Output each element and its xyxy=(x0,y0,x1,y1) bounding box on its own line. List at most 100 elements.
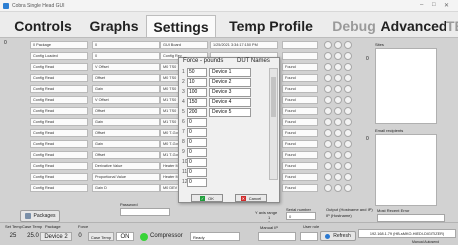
case-temp-state[interactable]: ON xyxy=(116,232,134,241)
force-input[interactable]: 0 xyxy=(187,138,207,147)
sites-label: Sites xyxy=(375,42,384,47)
force-input[interactable]: 0 xyxy=(187,118,207,127)
dut-name-input[interactable]: Device 1 xyxy=(209,68,251,77)
settings-cell[interactable]: Offset xyxy=(92,151,160,159)
settings-cell[interactable]: Offset xyxy=(92,129,160,137)
dialog-row: 10 0 xyxy=(182,158,269,168)
package-icon xyxy=(24,213,31,219)
force-input[interactable]: 10 xyxy=(187,78,207,87)
settings-cell: Found xyxy=(282,140,318,148)
tab-debug[interactable]: Debug xyxy=(326,15,382,37)
force-input[interactable]: 0 xyxy=(187,128,207,137)
case-temp-button[interactable]: Case Temp xyxy=(88,232,114,241)
force-input[interactable]: 0 xyxy=(187,158,207,167)
checkmark-icon: ✓ xyxy=(200,195,206,201)
password-field[interactable] xyxy=(120,208,170,216)
dialog-row-index: 12 xyxy=(182,179,188,185)
minimize-icon[interactable]: – xyxy=(420,2,423,8)
tab-graphs[interactable]: Graphs xyxy=(84,15,144,37)
main-tab-bar: Controls Graphs Settings Temp Profile De… xyxy=(0,12,458,38)
settings-cell[interactable]: V Offset xyxy=(92,63,160,71)
packages-button[interactable]: Packages xyxy=(20,210,60,222)
status-indicator-circle xyxy=(334,129,342,137)
force-input[interactable]: 0 xyxy=(187,148,207,157)
cancel-x-icon: ✕ xyxy=(240,195,246,201)
tab-temp-profile[interactable]: Temp Profile xyxy=(218,15,324,37)
serial-number-field[interactable]: 0 xyxy=(286,212,316,220)
scrollbar-thumb[interactable] xyxy=(271,77,276,117)
set-temp-label: Set Temp xyxy=(5,224,22,229)
status-indicator-circle xyxy=(324,129,332,137)
settings-cell[interactable]: Derivative Value xyxy=(92,162,160,170)
settings-cell[interactable]: Offset xyxy=(92,74,160,82)
ok-button[interactable]: ✓ OK xyxy=(191,194,223,202)
maximize-icon[interactable]: □ xyxy=(432,2,436,8)
user-role-field[interactable] xyxy=(300,232,318,241)
cancel-button-label: Cancel xyxy=(248,195,262,201)
email-recipients-list[interactable] xyxy=(375,134,437,206)
cancel-button[interactable]: ✕ Cancel xyxy=(235,194,267,202)
refresh-button[interactable]: Refresh xyxy=(320,231,356,241)
ip-address-display: 192.168.1.79 (HB-sMKO-HIEDI-DIGITIZER) xyxy=(358,229,456,238)
dialog-row-index: 8 xyxy=(182,139,185,145)
dialog-row-index: 1 xyxy=(182,69,185,75)
set-temp-value: 25 xyxy=(9,233,17,239)
status-indicator-circle xyxy=(344,151,352,159)
force-input[interactable]: 100 xyxy=(187,88,207,97)
dialog-row: 4 150 Device 4 xyxy=(182,98,269,108)
status-indicator-circle xyxy=(324,52,332,60)
status-indicator-circle xyxy=(334,74,342,82)
status-indicator-circle xyxy=(344,107,352,115)
settings-cell: Config Read xyxy=(30,85,88,93)
settings-cell: Found xyxy=(282,184,318,192)
manual-ip-field[interactable] xyxy=(258,232,296,241)
force-input[interactable]: 0 xyxy=(187,178,207,187)
dut-name-input[interactable]: Device 5 xyxy=(209,108,251,117)
dut-name-input[interactable]: Device 2 xyxy=(209,78,251,87)
close-icon[interactable]: ✕ xyxy=(444,2,449,9)
tab-advanced[interactable]: Advanced xyxy=(381,15,447,37)
settings-cell: 1/25/2021 3:34:17:150 PM xyxy=(210,41,278,49)
dut-name-input[interactable]: Device 3 xyxy=(209,88,251,97)
settings-cell[interactable]: Gain xyxy=(92,140,160,148)
status-indicator-circle xyxy=(344,140,352,148)
settings-cell[interactable]: 0 xyxy=(92,41,160,49)
dialog-scrollbar[interactable] xyxy=(269,68,278,180)
ok-button-label: OK xyxy=(208,195,214,201)
dialog-row: 80 xyxy=(182,138,269,148)
force-value: 0 xyxy=(78,233,82,239)
settings-cell: Config Read xyxy=(30,129,88,137)
most-recent-error-field xyxy=(377,214,445,222)
tab-test[interactable]: TEST xyxy=(446,15,458,37)
settings-cell[interactable]: Gain xyxy=(92,118,160,126)
dialog-row-index: 6 xyxy=(182,119,185,125)
status-indicator-circle xyxy=(324,140,332,148)
settings-cell[interactable]: Offset xyxy=(92,107,160,115)
force-dut-names-dialog: Force - pounds DUT Names 1 50 Device 1 2 10 D… xyxy=(178,57,280,203)
force-input[interactable]: 150 xyxy=(187,98,207,107)
status-indicator-circle xyxy=(344,63,352,71)
dut-name-input[interactable]: Device 4 xyxy=(209,98,251,107)
status-indicator-circle xyxy=(344,52,352,60)
row-scroll-indicator: 0 xyxy=(4,40,7,46)
settings-cell: Config Read xyxy=(30,118,88,126)
force-input[interactable]: 0 xyxy=(187,168,207,177)
force-input[interactable]: 200 xyxy=(187,108,207,117)
tab-controls[interactable]: Controls xyxy=(6,15,80,37)
force-input[interactable]: 50 xyxy=(187,68,207,77)
settings-cell[interactable]: Gain D xyxy=(92,184,160,192)
settings-cell[interactable]: Gain xyxy=(92,85,160,93)
tab-settings[interactable]: Settings xyxy=(146,15,216,37)
dialog-row: 3 100 Device 3 xyxy=(182,88,269,98)
settings-cell[interactable]: V Offset xyxy=(92,96,160,104)
dialog-row-index: 3 xyxy=(182,89,185,95)
status-indicator-circle xyxy=(334,96,342,104)
sites-index: 0 xyxy=(366,56,369,62)
settings-cell[interactable]: Proportional Value xyxy=(92,173,160,181)
status-indicator-circle xyxy=(334,118,342,126)
sites-list[interactable] xyxy=(375,48,437,124)
status-indicator-circle xyxy=(344,41,352,49)
package-value[interactable]: Device 2 xyxy=(40,232,72,241)
y-axis-range-label: Y axis range xyxy=(255,210,278,215)
settings-cell[interactable]: 0 xyxy=(92,52,160,60)
